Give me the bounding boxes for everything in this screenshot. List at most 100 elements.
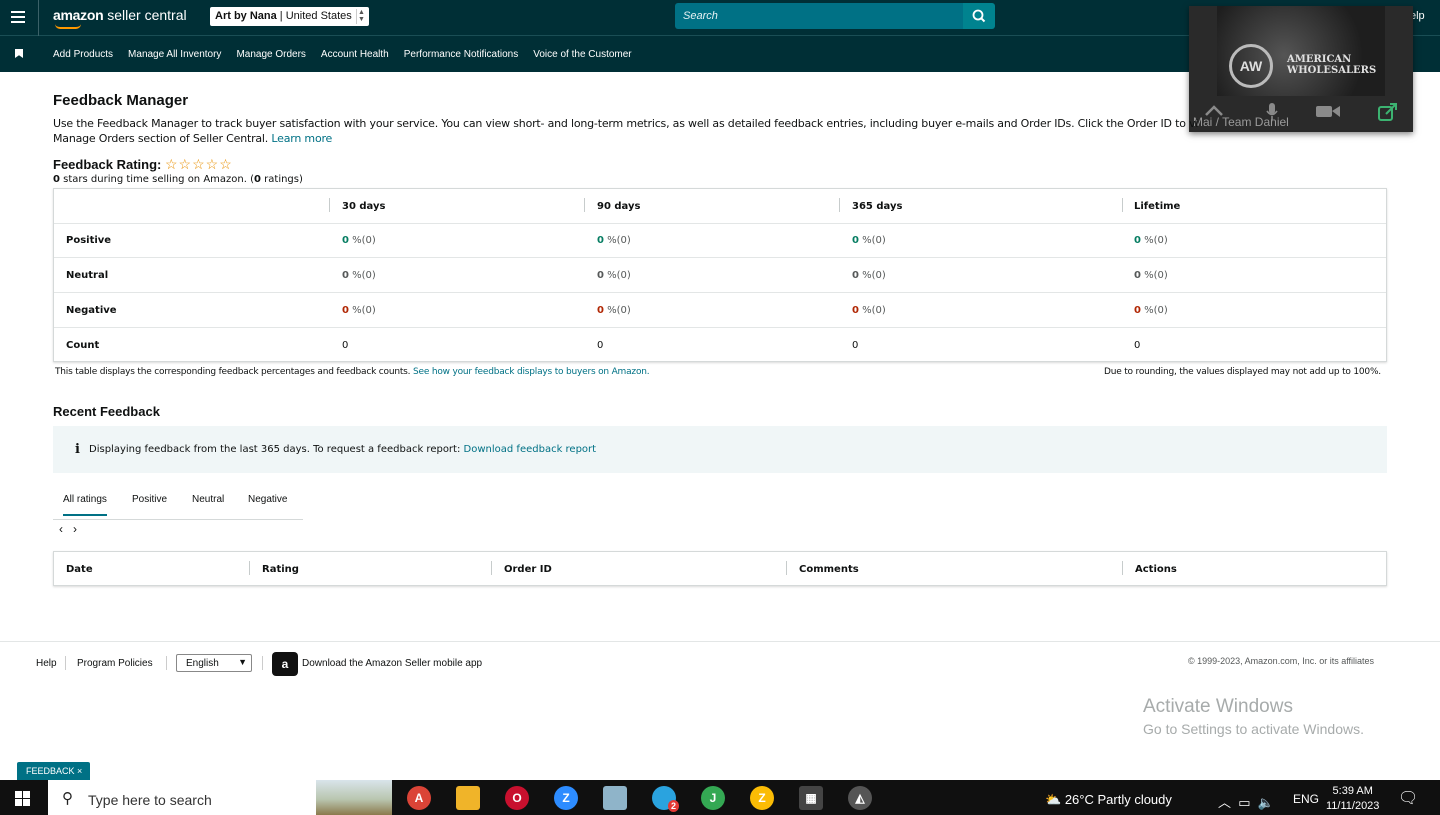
- count-value: %(0): [862, 235, 886, 246]
- info-message: Displaying feedback from the last 365 da…: [89, 444, 596, 455]
- info-icon: i: [75, 442, 80, 457]
- amazon-smile-icon: [55, 24, 81, 29]
- column-divider: [249, 561, 250, 575]
- activate-windows-watermark: Activate Windows Go to Settings to activ…: [1143, 696, 1364, 737]
- negative-30-days: 0 %(0): [342, 305, 376, 316]
- column-header-365-days: 365 days: [852, 201, 903, 212]
- calculator-icon[interactable]: ▦: [799, 786, 823, 810]
- column-header-date[interactable]: Date: [66, 564, 93, 575]
- footer-policies-link[interactable]: Program Policies: [77, 658, 153, 669]
- ratings-text: ratings): [264, 174, 303, 185]
- telegram-icon[interactable]: 2: [652, 786, 679, 812]
- search-highlight-image: [316, 780, 392, 815]
- chrome-icon[interactable]: A: [407, 786, 431, 810]
- feedback-button[interactable]: FEEDBACK ×: [17, 762, 90, 780]
- volume-icon[interactable]: 🔈: [1258, 795, 1274, 810]
- search-button[interactable]: [963, 3, 995, 29]
- video-caption: Mai / Team Daniel: [1193, 115, 1289, 129]
- count-value: %(0): [352, 305, 376, 316]
- nav-items: Add Products Manage All Inventory Manage…: [53, 49, 632, 60]
- tab-neutral[interactable]: Neutral: [192, 494, 224, 505]
- nav-manage-inventory[interactable]: Manage All Inventory: [128, 49, 221, 60]
- count-value: %(0): [607, 305, 631, 316]
- camera-icon[interactable]: [1315, 102, 1341, 120]
- count-value: %(0): [352, 270, 376, 281]
- page-description: Use the Feedback Manager to track buyer …: [53, 116, 1203, 146]
- tray-icons[interactable]: ︿ ▭ 🔈: [1218, 792, 1274, 811]
- chrome-profile-z-icon[interactable]: Z: [750, 786, 774, 810]
- description-line2: Manage Orders section of Seller Central.: [53, 132, 269, 145]
- table-row-positive: Positive 0 %(0) 0 %(0) 0 %(0) 0 %(0): [54, 223, 1386, 258]
- nav-add-products[interactable]: Add Products: [53, 49, 113, 60]
- table-note: This table displays the corresponding fe…: [55, 367, 650, 377]
- chrome-profile-j-icon[interactable]: J: [701, 786, 725, 810]
- column-divider: [491, 561, 492, 575]
- tab-all-ratings[interactable]: All ratings: [63, 494, 107, 516]
- chevron-right-icon[interactable]: ›: [73, 522, 77, 536]
- stars-text: stars during time selling on Amazon. (: [63, 174, 254, 185]
- negative-lifetime: 0 %(0): [1134, 305, 1168, 316]
- footer-help-link[interactable]: Help: [36, 658, 57, 669]
- column-header-actions: Actions: [1135, 564, 1177, 575]
- taskbar-search[interactable]: ⚲ Type here to search: [48, 780, 392, 815]
- chevron-up-icon[interactable]: ︿: [1218, 795, 1231, 810]
- zoom-icon[interactable]: Z: [554, 786, 578, 810]
- nav-manage-orders[interactable]: Manage Orders: [236, 49, 305, 60]
- table-row-count: Count 0 0 0 0: [54, 328, 1386, 363]
- menu-icon[interactable]: [11, 11, 25, 23]
- column-header-rating[interactable]: Rating: [262, 564, 299, 575]
- row-label: Negative: [66, 305, 117, 316]
- video-brand-text: AMERICAN WHOLESALERS: [1287, 54, 1376, 76]
- opera-icon[interactable]: O: [505, 786, 529, 810]
- file-explorer-icon[interactable]: [456, 786, 480, 810]
- column-header-comments[interactable]: Comments: [799, 564, 859, 575]
- nav-performance-notifications[interactable]: Performance Notifications: [404, 49, 519, 60]
- telegram-badge: 2: [667, 800, 679, 812]
- row-label: Neutral: [66, 270, 109, 281]
- seller-central-logo[interactable]: amazon seller central: [53, 7, 187, 29]
- percent-value: 0: [852, 235, 859, 246]
- video-call-overlay[interactable]: AW AMERICAN WHOLESALERS Mai / Team Danie…: [1189, 6, 1413, 132]
- feedback-rating: Feedback Rating: ☆☆☆☆☆: [53, 156, 233, 173]
- partly-cloudy-icon: ⛅: [1045, 792, 1062, 807]
- table-note-text: This table displays the corresponding fe…: [55, 367, 411, 377]
- column-header-order-id[interactable]: Order ID: [504, 564, 552, 575]
- language-indicator[interactable]: ENG: [1293, 792, 1319, 806]
- download-report-link[interactable]: Download feedback report: [464, 444, 597, 455]
- bookmark-icon[interactable]: [15, 49, 23, 58]
- clock[interactable]: 5:39 AM 11/11/2023: [1326, 784, 1379, 814]
- row-label: Count: [66, 340, 100, 351]
- tab-positive[interactable]: Positive: [132, 494, 167, 505]
- count-30-days: 0: [342, 340, 349, 351]
- language-select[interactable]: English ▼: [176, 654, 252, 672]
- chevron-left-icon[interactable]: ‹: [59, 522, 63, 536]
- amazon-app-icon[interactable]: a: [272, 652, 298, 676]
- count-value: %(0): [607, 270, 631, 281]
- weather-text: 26°C Partly cloudy: [1064, 792, 1172, 807]
- photos-icon[interactable]: ◭: [848, 786, 872, 810]
- weather-widget[interactable]: ⛅ 26°C Partly cloudy: [1045, 792, 1172, 808]
- search-input[interactable]: Search: [675, 3, 963, 29]
- close-icon[interactable]: ×: [77, 766, 82, 776]
- video-brand-line2: WHOLESALERS: [1287, 65, 1377, 76]
- percent-value: 0: [852, 305, 859, 316]
- nav-account-health[interactable]: Account Health: [321, 49, 389, 60]
- windows-start-icon[interactable]: [15, 791, 31, 807]
- tab-negative[interactable]: Negative: [248, 494, 287, 505]
- search-icon: ⚲: [62, 790, 73, 807]
- column-divider: [839, 198, 840, 212]
- mobile-app-link[interactable]: Download the Amazon Seller mobile app: [302, 658, 482, 669]
- count-lifetime: 0: [1134, 340, 1141, 351]
- feedback-display-link[interactable]: See how your feedback displays to buyers…: [413, 367, 650, 377]
- external-link-icon[interactable]: [1377, 102, 1399, 122]
- notepad-icon[interactable]: [603, 786, 627, 810]
- network-icon[interactable]: ▭: [1238, 795, 1250, 810]
- notifications-icon[interactable]: 🗨: [1398, 788, 1418, 808]
- learn-more-link[interactable]: Learn more: [271, 132, 332, 145]
- percent-value: 0: [597, 305, 604, 316]
- store-selector[interactable]: Art by Nana | United States ▲ ▼: [210, 7, 369, 26]
- clock-date: 11/11/2023: [1326, 800, 1380, 812]
- recent-feedback-table: Date Rating Order ID Comments Actions: [53, 551, 1387, 586]
- nav-voice-of-customer[interactable]: Voice of the Customer: [533, 49, 631, 60]
- negative-365-days: 0 %(0): [852, 305, 886, 316]
